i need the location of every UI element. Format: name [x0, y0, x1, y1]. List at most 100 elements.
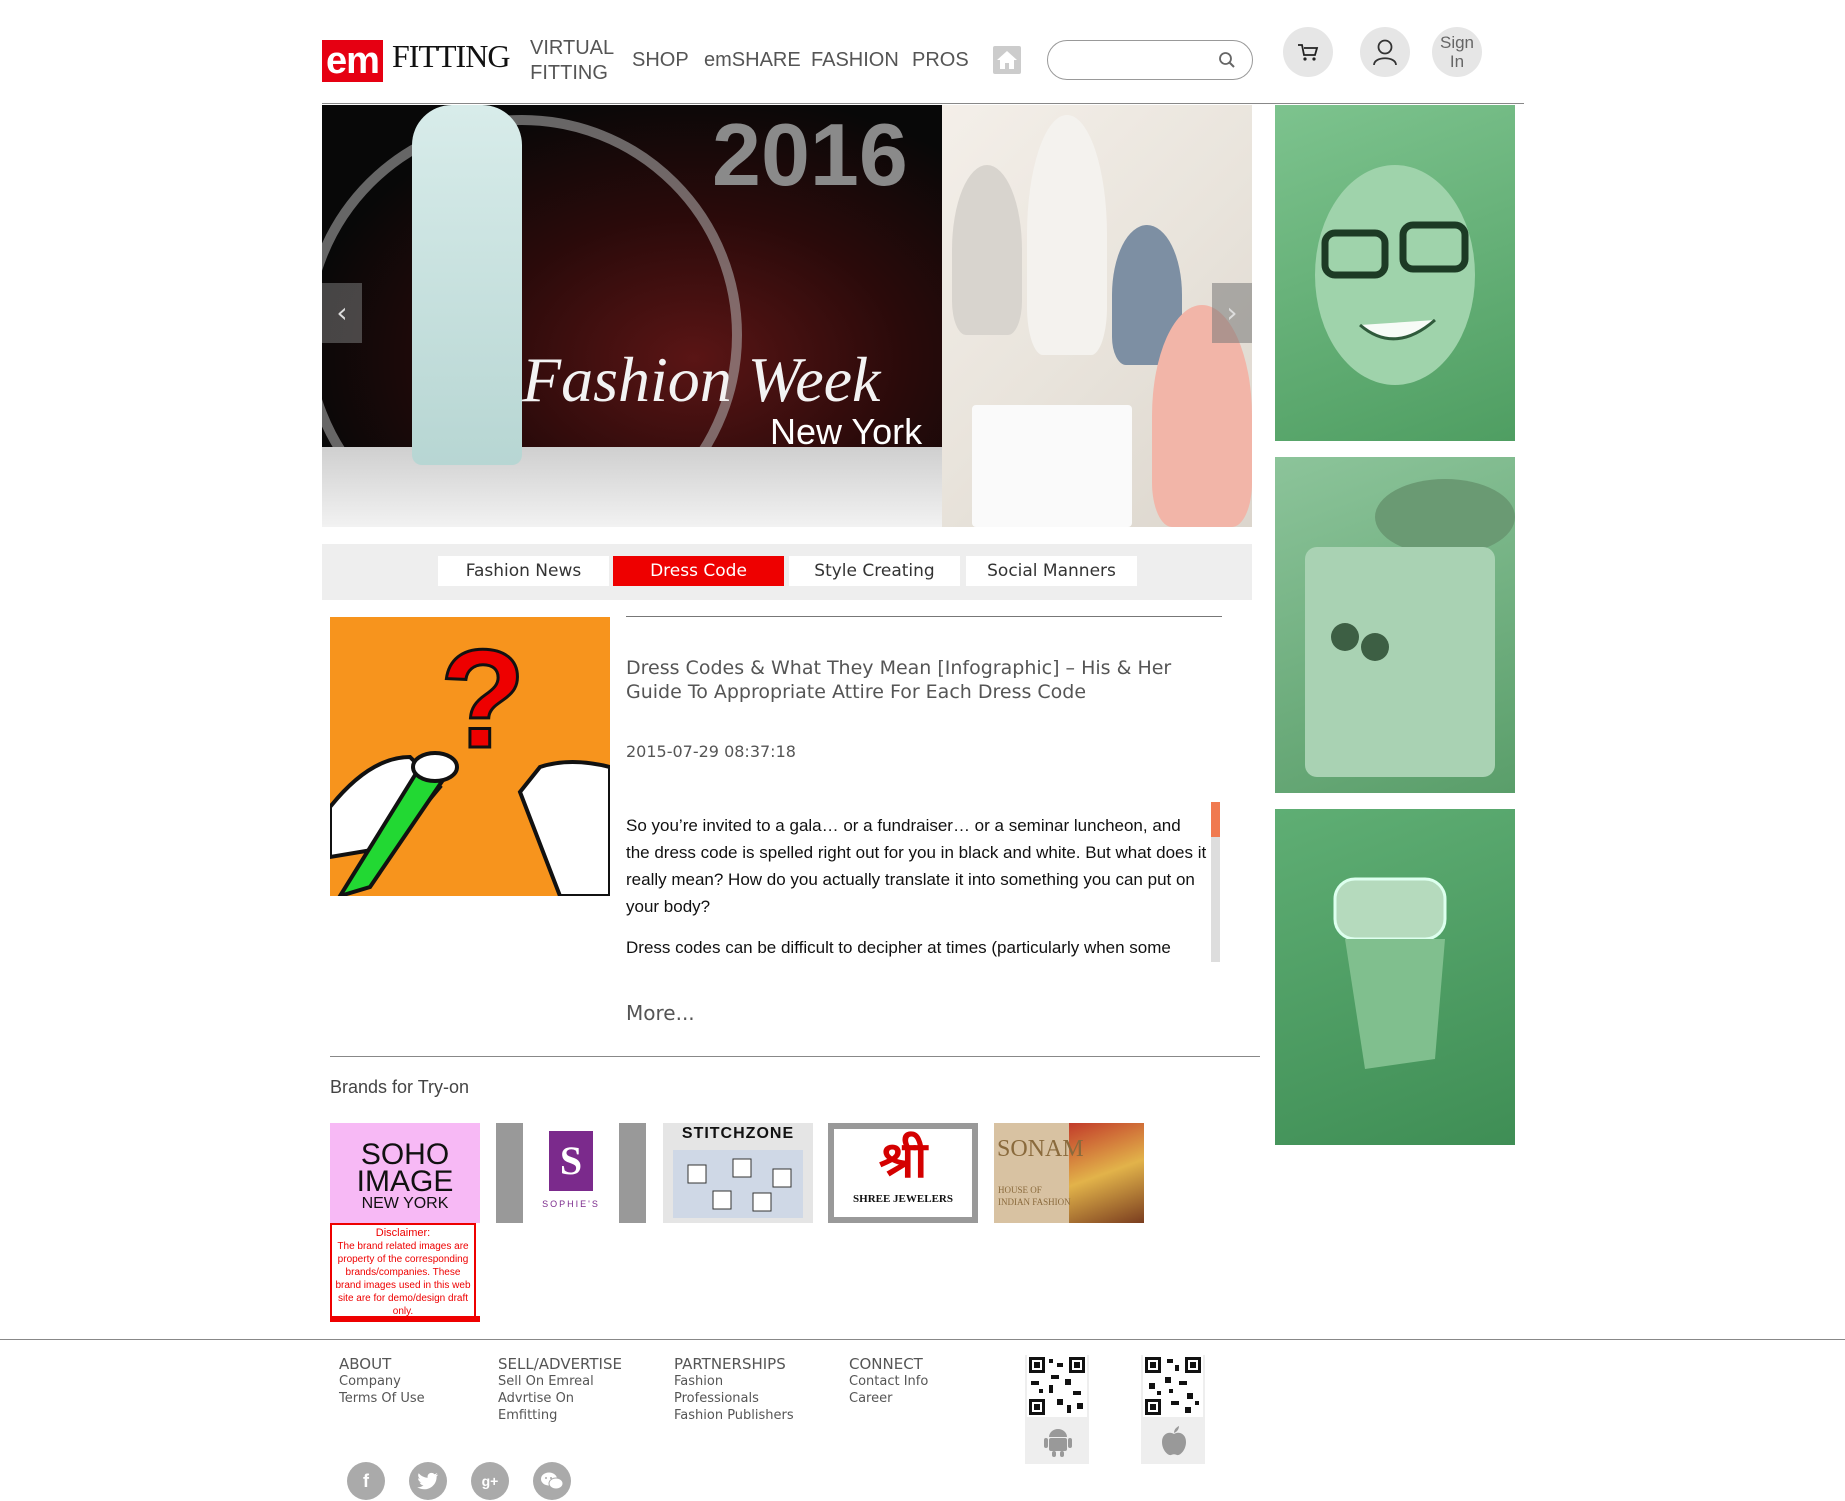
side-promo-glasses[interactable] — [1275, 105, 1515, 441]
qr-code-android — [1027, 1355, 1087, 1417]
article-thumbnail[interactable]: ? — [330, 617, 610, 896]
logo-fitting: FITTING — [392, 38, 510, 74]
brand-sophies[interactable]: S SOPHIE'S — [496, 1123, 646, 1223]
tab-dress-code[interactable]: Dress Code — [613, 556, 784, 586]
carousel-next-button[interactable]: › — [1212, 283, 1252, 343]
more-link[interactable]: More... — [626, 1001, 695, 1025]
footer-partnerships: PARTNERSHIPS Fashion Professionals Fashi… — [674, 1356, 794, 1424]
ios-app-download[interactable] — [1141, 1355, 1205, 1464]
brand-shree-jewelers[interactable]: श्री SHREE JEWELERS — [828, 1123, 978, 1223]
stitchzone-collage-image — [673, 1150, 803, 1218]
team-meeting-slide[interactable] — [942, 105, 1252, 527]
brands-heading: Brands for Try-on — [330, 1077, 470, 1097]
person-figure — [952, 165, 1022, 335]
twitter-button[interactable] — [409, 1462, 447, 1500]
facebook-button[interactable]: f — [347, 1462, 385, 1500]
side-promo-bracelet[interactable] — [1275, 809, 1515, 1145]
footer-connect-heading: CONNECT — [849, 1355, 923, 1373]
sign-in-button[interactable]: Sign In — [1432, 27, 1482, 77]
footer-link-sell[interactable]: Sell On Emreal — [498, 1373, 622, 1390]
sign-in-label: Sign In — [1439, 33, 1475, 71]
carousel-prev-button[interactable]: ‹ — [322, 283, 362, 343]
nav-virtual-fitting[interactable]: VIRTUAL FITTING — [530, 36, 614, 86]
article-body: So you’re invited to a gala… or a fundra… — [626, 812, 1208, 962]
article-date: 2015-07-29 08:37:18 — [626, 742, 796, 761]
chevron-right-icon: › — [1226, 296, 1238, 329]
brand-sonam-caption1: HOUSE OF — [998, 1185, 1042, 1195]
runway-model-image — [412, 105, 522, 465]
tab-fashion-news[interactable]: Fashion News — [438, 556, 609, 586]
meeting-table — [972, 405, 1132, 527]
brand-sophies-caption: SOPHIE'S — [542, 1199, 600, 1209]
tab-social-manners[interactable]: Social Manners — [966, 556, 1137, 586]
footer-link-advertise-emfitting[interactable]: Emfitting — [498, 1407, 622, 1424]
account-button[interactable] — [1360, 27, 1410, 77]
chevron-left-icon: ‹ — [336, 296, 348, 329]
brand-soho-image[interactable]: SOHO IMAGE NEW YORK — [330, 1123, 480, 1223]
banner-year: 2016 — [712, 105, 908, 204]
banner-city: New York — [770, 411, 923, 452]
cart-button[interactable] — [1283, 27, 1333, 77]
article-scrollbar-thumb[interactable] — [1211, 802, 1220, 837]
nav-emshare[interactable]: emSHARE — [704, 49, 801, 72]
footer-link-terms[interactable]: Terms Of Use — [339, 1390, 425, 1407]
woman-glasses-image — [1315, 165, 1475, 385]
hero-carousel[interactable]: 2016 Fashion Week New York — [322, 105, 1252, 527]
emfitting-logo[interactable]: em FITTING — [322, 22, 510, 82]
brand-soho-line2: IMAGE — [356, 1165, 454, 1198]
footer-partnerships-heading: PARTNERSHIPS — [674, 1355, 786, 1373]
brand-sophies-letter: S — [549, 1131, 593, 1191]
bracelet-hand-image — [1333, 877, 1447, 1069]
search-icon[interactable] — [1218, 51, 1236, 69]
googleplus-button[interactable]: g+ — [471, 1462, 509, 1500]
footer-link-fashion[interactable]: Fashion — [674, 1373, 794, 1390]
footer-link-publishers[interactable]: Fashion Publishers — [674, 1407, 794, 1424]
banner-title: Fashion Week — [522, 344, 881, 415]
android-icon — [1044, 1429, 1072, 1457]
question-tie-illustration: ? — [330, 619, 610, 896]
logo-em: em — [322, 40, 383, 82]
home-button[interactable] — [993, 46, 1021, 74]
footer-link-advertise[interactable]: Advrtise On — [498, 1390, 622, 1407]
brand-sonam-text: SONAM — [997, 1136, 1084, 1162]
disclaimer-text: The brand related images are property of… — [335, 1241, 471, 1317]
brand-shree-caption: SHREE JEWELERS — [853, 1193, 953, 1205]
article-paragraph: Dress codes can be difficult to decipher… — [626, 938, 1171, 957]
googleplus-icon: g+ — [481, 1473, 499, 1489]
search-input[interactable] — [1064, 49, 1218, 73]
article-divider — [626, 616, 1222, 617]
footer-about-heading: ABOUT — [339, 1355, 392, 1373]
qr-code-ios — [1143, 1355, 1203, 1417]
brand-stitchzone[interactable]: STITCHZONE — [663, 1123, 813, 1223]
footer-link-career[interactable]: Career — [849, 1390, 928, 1407]
menswear-flatlay-image — [1305, 479, 1515, 777]
facebook-icon: f — [363, 1470, 369, 1491]
brand-shree-mark: श्री — [878, 1131, 928, 1189]
article-title[interactable]: Dress Codes & What They Mean [Infographi… — [626, 656, 1186, 704]
footer-sell-heading: SELL/ADVERTISE — [498, 1355, 622, 1373]
footer-about: ABOUT Company Terms Of Use — [339, 1356, 425, 1407]
wechat-icon — [541, 1472, 564, 1490]
twitter-icon — [417, 1472, 438, 1490]
footer-connect: CONNECT Contact Info Career — [849, 1356, 928, 1407]
nav-shop[interactable]: SHOP — [632, 49, 689, 72]
tab-style-creating[interactable]: Style Creating — [789, 556, 960, 586]
user-icon — [1373, 39, 1397, 66]
brand-soho-line3: NEW YORK — [361, 1195, 449, 1212]
footer-link-company[interactable]: Company — [339, 1373, 425, 1390]
footer-link-professionals[interactable]: Professionals — [674, 1390, 794, 1407]
brand-stitchzone-text: STITCHZONE — [681, 1125, 795, 1142]
brand-sonam[interactable]: SONAM HOUSE OF INDIAN FASHION — [994, 1123, 1144, 1223]
search-box[interactable] — [1047, 40, 1253, 80]
fashion-week-slide[interactable]: 2016 Fashion Week New York — [322, 105, 942, 527]
section-divider — [330, 1056, 1260, 1057]
article-paragraph: So you’re invited to a gala… or a fundra… — [626, 816, 1207, 916]
android-app-download[interactable] — [1025, 1355, 1089, 1464]
footer-link-contact[interactable]: Contact Info — [849, 1373, 928, 1390]
wechat-button[interactable] — [533, 1462, 571, 1500]
cart-icon — [1298, 44, 1319, 61]
apple-icon — [1162, 1426, 1186, 1456]
side-promo-menswear[interactable] — [1275, 457, 1515, 793]
nav-pros[interactable]: PROS — [912, 49, 969, 72]
nav-fashion[interactable]: FASHION — [811, 49, 899, 72]
